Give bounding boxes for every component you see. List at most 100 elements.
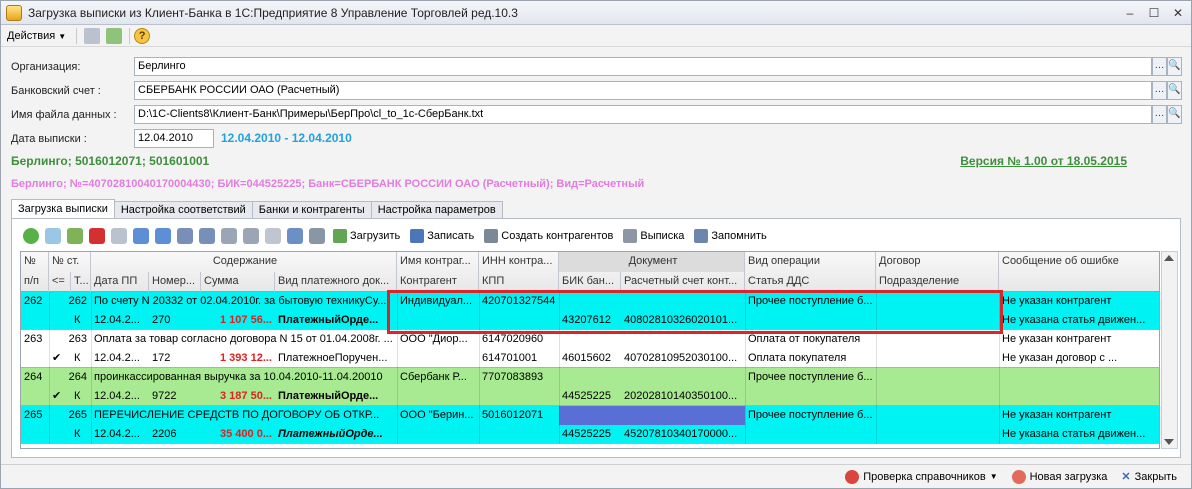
col-inn[interactable]: ИНН контра... bbox=[479, 252, 559, 272]
col-dept[interactable]: Подразделение bbox=[876, 272, 999, 292]
date-label: Дата выписки : bbox=[11, 133, 87, 145]
col-date[interactable]: Дата ПП bbox=[91, 272, 149, 292]
selected-cell[interactable] bbox=[559, 406, 745, 425]
row-num: 2206 bbox=[152, 428, 177, 440]
scroll-down-icon[interactable] bbox=[1164, 439, 1174, 445]
row-nst: 264 bbox=[68, 371, 87, 383]
tab-mapping-settings[interactable]: Настройка соответствий bbox=[113, 201, 253, 219]
row-content: ПЕРЕЧИСЛЕНИЕ СРЕДСТВ ПО ДОГОВОРУ ОБ ОТКР… bbox=[94, 409, 380, 421]
disabled-tool-icon bbox=[84, 27, 101, 44]
row-type: ПлатежноеПоручен... bbox=[278, 352, 388, 364]
sort-desc-icon[interactable] bbox=[199, 228, 215, 244]
col-nst[interactable]: № ст. bbox=[49, 252, 91, 272]
table-row[interactable]: 265 265 ПЕРЕЧИСЛЕНИЕ СРЕДСТВ ПО ДОГОВОРУ… bbox=[21, 406, 1159, 444]
delete-icon[interactable] bbox=[89, 228, 105, 244]
col-operation[interactable]: Вид операции bbox=[745, 252, 876, 272]
row-date: 12.04.2... bbox=[94, 428, 140, 440]
row-check[interactable] bbox=[49, 311, 71, 330]
help-icon[interactable]: ? bbox=[134, 27, 151, 44]
tab-bar: Загрузка выписки Настройка соответствий … bbox=[11, 199, 503, 219]
print-icon[interactable] bbox=[309, 228, 325, 244]
statement-button[interactable]: Выписка bbox=[623, 229, 684, 243]
new-load-button[interactable]: Новая загрузка bbox=[1011, 469, 1107, 484]
file-field[interactable]: D:\1C-Clients8\Клиент-Банк\Примеры\БерПр… bbox=[134, 105, 1152, 124]
filter-value-icon[interactable] bbox=[243, 228, 259, 244]
filter-icon[interactable] bbox=[221, 228, 237, 244]
copy-icon[interactable] bbox=[45, 228, 61, 244]
row-t: К bbox=[74, 352, 81, 364]
close-button[interactable]: ✕ Закрыть bbox=[1121, 470, 1177, 484]
row-nst: 263 bbox=[68, 333, 87, 345]
statement-grid: № № ст. Содержание Имя контраг... ИНН ко… bbox=[20, 251, 1160, 449]
row-n: 265 bbox=[24, 409, 43, 421]
row-num: 9722 bbox=[152, 390, 177, 402]
company-info: Берлинго; 5016012071; 501601001 bbox=[11, 154, 210, 168]
date-field[interactable]: 12.04.2010 bbox=[134, 129, 214, 148]
org-open-icon[interactable]: 🔍 bbox=[1167, 57, 1182, 76]
maximize-button[interactable]: ☐ bbox=[1145, 4, 1163, 21]
minimize-button[interactable]: – bbox=[1121, 4, 1139, 21]
new-load-icon bbox=[1011, 469, 1026, 484]
col-name[interactable]: Имя контраг... bbox=[397, 252, 479, 272]
select-icon[interactable] bbox=[106, 27, 123, 44]
col-error[interactable]: Сообщение об ошибке bbox=[999, 252, 1159, 272]
bank-open-icon[interactable]: 🔍 bbox=[1167, 81, 1182, 100]
file-open-icon[interactable]: 🔍 bbox=[1167, 105, 1182, 124]
col-sum[interactable]: Сумма bbox=[201, 272, 275, 292]
col-acc[interactable]: Расчетный счет конт... bbox=[621, 272, 745, 292]
col-type[interactable]: Вид платежного док... bbox=[275, 272, 397, 292]
row-check[interactable] bbox=[49, 425, 71, 444]
col-n[interactable]: № bbox=[21, 252, 49, 272]
col-np[interactable]: п/п bbox=[21, 272, 49, 292]
col-document[interactable]: Документ bbox=[559, 252, 745, 272]
row-num: 270 bbox=[152, 314, 171, 326]
remember-button[interactable]: Запомнить bbox=[694, 229, 767, 243]
row-err1: Не указан контрагент bbox=[1002, 295, 1112, 307]
bank-select-button[interactable]: … bbox=[1152, 81, 1167, 100]
table-row[interactable]: 263 263 Оплата за товар согласно договор… bbox=[21, 330, 1159, 368]
close-window-button[interactable]: ✕ bbox=[1169, 4, 1187, 21]
col-kpp[interactable]: КПП bbox=[479, 272, 559, 292]
tab-load-statement[interactable]: Загрузка выписки bbox=[11, 199, 115, 219]
table-row[interactable]: 264 264 проинкассированная выручка за 10… bbox=[21, 368, 1159, 406]
edit-icon[interactable] bbox=[67, 228, 83, 244]
tab-parameters[interactable]: Настройка параметров bbox=[370, 201, 503, 219]
col-contr[interactable]: Контрагент bbox=[397, 272, 479, 292]
sort-asc-icon[interactable] bbox=[177, 228, 193, 244]
move-up-icon[interactable] bbox=[133, 228, 149, 244]
col-t[interactable]: Т... bbox=[71, 272, 91, 292]
save-button[interactable]: Записать bbox=[410, 229, 474, 243]
row-name: Сбербанк Р... bbox=[400, 371, 467, 383]
add-icon[interactable] bbox=[23, 228, 39, 244]
row-name: ООО "Берин... bbox=[400, 409, 474, 421]
row-type: ПлатежныйОрде... bbox=[278, 428, 383, 440]
org-field[interactable]: Берлинго bbox=[134, 57, 1152, 76]
scroll-up-icon[interactable] bbox=[1164, 255, 1174, 261]
col-content[interactable]: Содержание bbox=[91, 252, 397, 272]
filter-off-icon[interactable] bbox=[265, 228, 281, 244]
col-dds[interactable]: Статья ДДС bbox=[745, 272, 876, 292]
row-bik: 46015602 bbox=[562, 352, 611, 364]
row-check[interactable]: ✔ bbox=[49, 387, 71, 406]
actions-menu[interactable]: Действия ▼ bbox=[1, 30, 72, 42]
org-select-button[interactable]: … bbox=[1152, 57, 1167, 76]
check-references-button[interactable]: Проверка справочников ▼ bbox=[845, 469, 998, 484]
row-n: 263 bbox=[24, 333, 43, 345]
alert-icon bbox=[845, 469, 860, 484]
row-check[interactable]: ✔ bbox=[49, 349, 71, 368]
load-button[interactable]: Загрузить bbox=[333, 229, 400, 243]
create-contractors-button[interactable]: Создать контрагентов bbox=[484, 229, 613, 243]
move-down-icon[interactable] bbox=[155, 228, 171, 244]
settings-icon[interactable] bbox=[287, 228, 303, 244]
grid-scrollbar[interactable] bbox=[1161, 251, 1178, 449]
tab-banks-contractors[interactable]: Банки и контрагенты bbox=[251, 201, 372, 219]
col-num[interactable]: Номер... bbox=[149, 272, 201, 292]
file-select-button[interactable]: … bbox=[1152, 105, 1167, 124]
org-label: Организация: bbox=[11, 61, 81, 73]
col-contract[interactable]: Договор bbox=[876, 252, 999, 272]
col-bik[interactable]: БИК бан... bbox=[559, 272, 621, 292]
bank-field[interactable]: СБЕРБАНК РОССИИ ОАО (Расчетный) bbox=[134, 81, 1152, 100]
col-le[interactable]: <= bbox=[49, 272, 71, 292]
row-err1: Не указан контрагент bbox=[1002, 333, 1112, 345]
version-link[interactable]: Версия № 1.00 от 18.05.2015 bbox=[960, 154, 1127, 168]
